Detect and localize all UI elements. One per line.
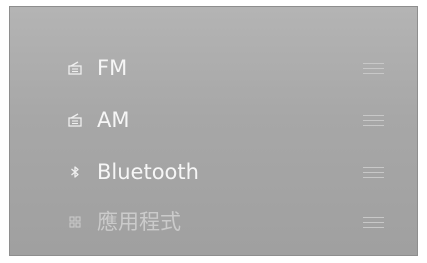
source-list-screen: FM AM Bluetooth 應用程式: [9, 6, 418, 256]
source-label-fm: FM: [97, 56, 128, 80]
radio-icon: [66, 111, 84, 129]
source-item-bluetooth[interactable]: Bluetooth: [10, 149, 417, 197]
source-label-am: AM: [97, 108, 130, 132]
apps-grid-icon: [66, 213, 84, 231]
source-label-bluetooth: Bluetooth: [97, 160, 199, 184]
source-item-fm[interactable]: FM: [10, 45, 417, 93]
source-item-am[interactable]: AM: [10, 97, 417, 145]
drag-handle-icon[interactable]: [363, 217, 384, 229]
radio-icon: [66, 59, 84, 77]
source-item-apps[interactable]: 應用程式: [10, 199, 417, 247]
drag-handle-icon[interactable]: [363, 115, 384, 127]
bluetooth-icon: [66, 163, 84, 181]
drag-handle-icon[interactable]: [363, 63, 384, 75]
source-label-apps: 應用程式: [97, 210, 181, 234]
drag-handle-icon[interactable]: [363, 167, 384, 179]
